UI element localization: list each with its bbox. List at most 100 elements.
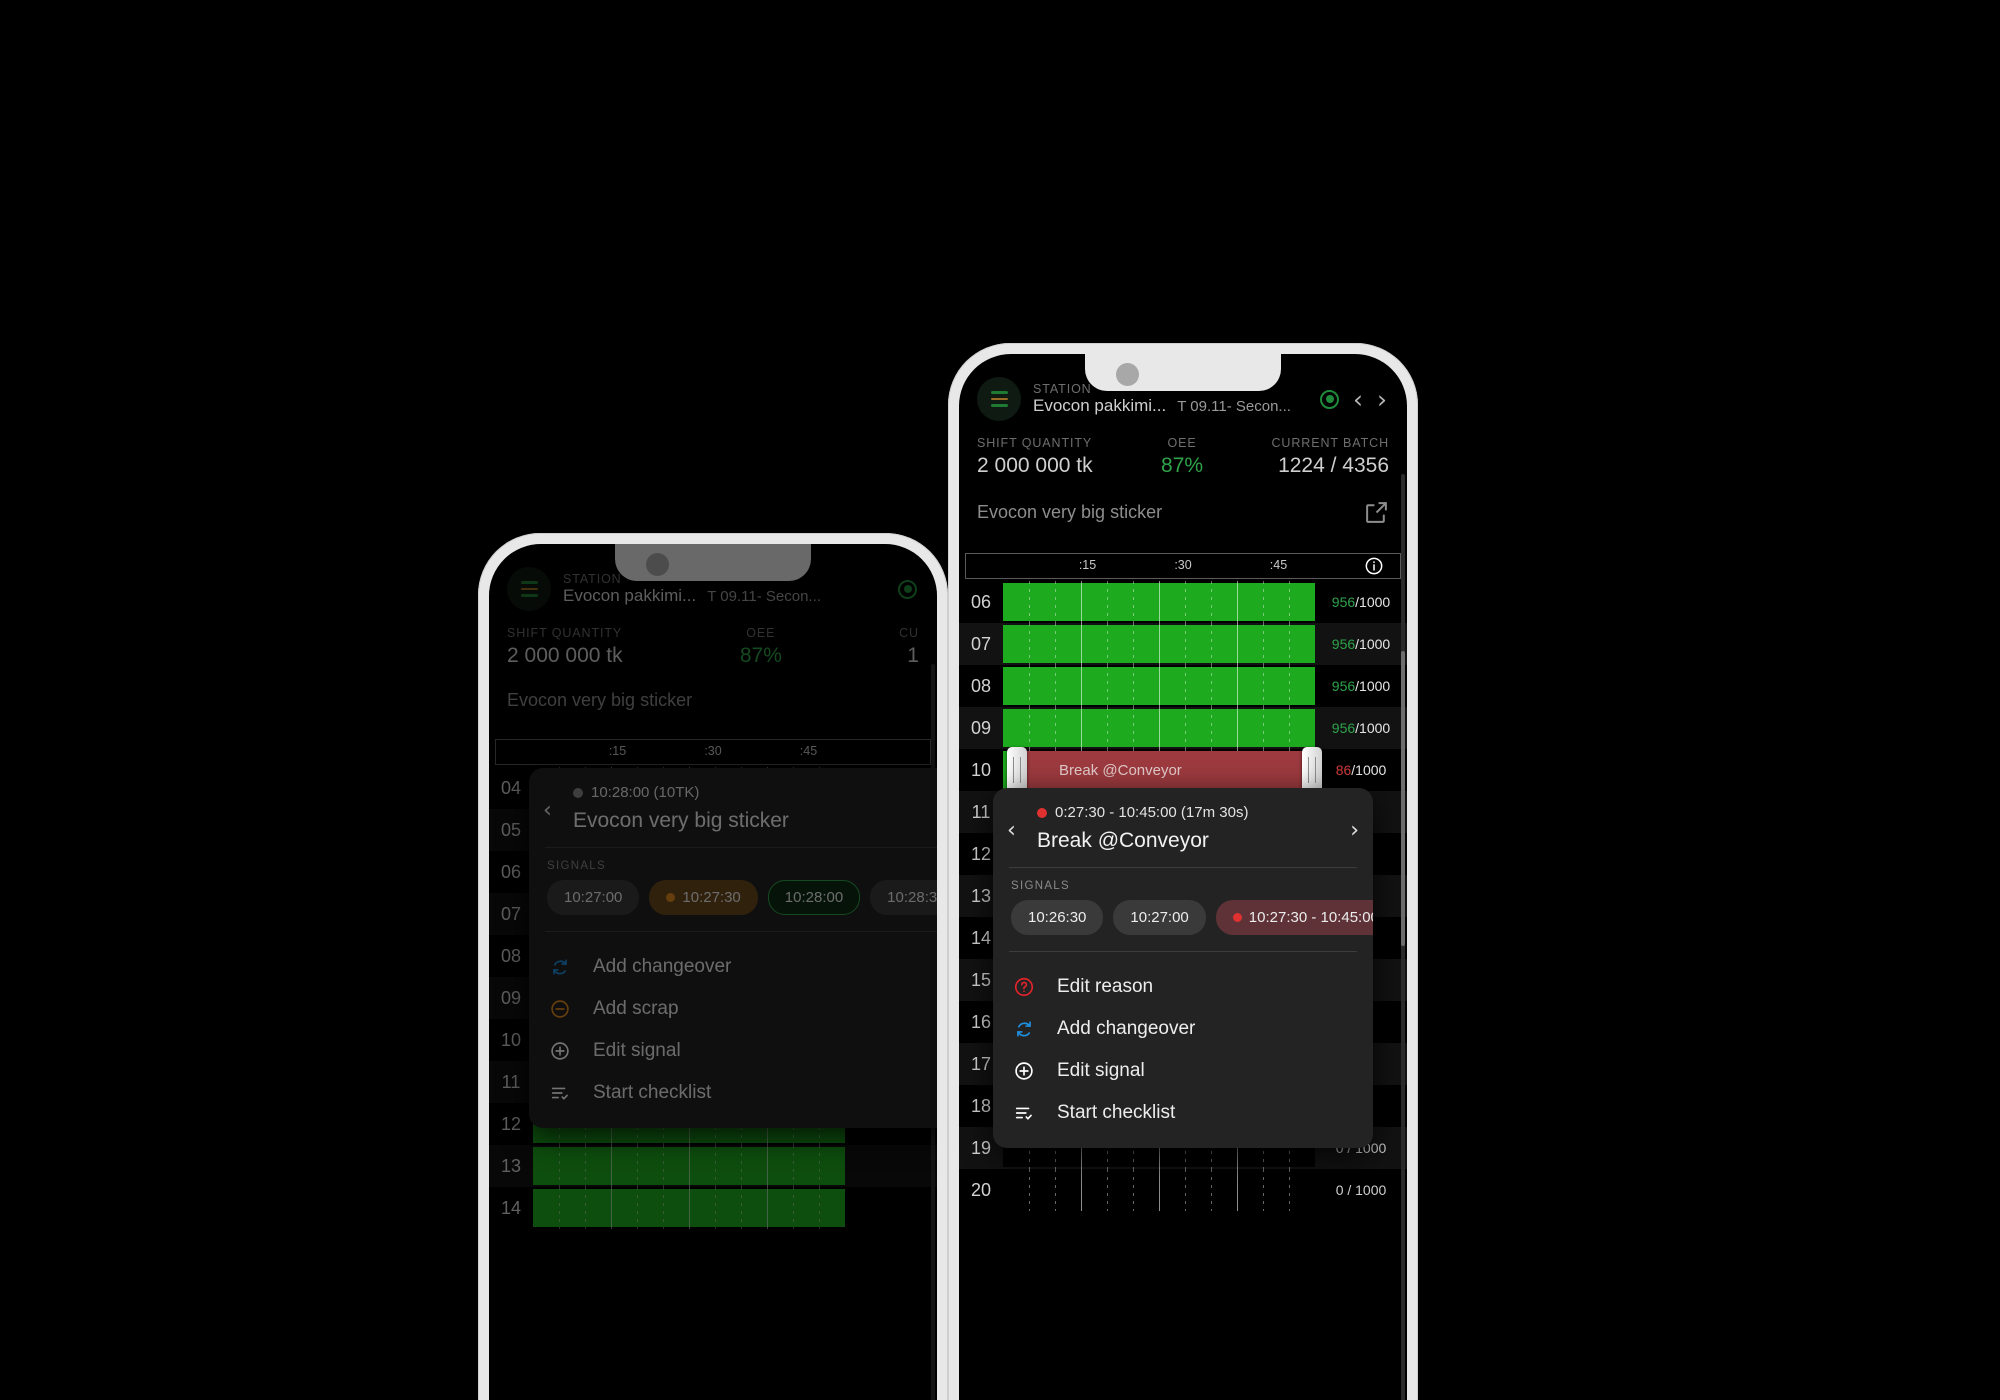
timeline-track[interactable] — [1003, 1169, 1315, 1212]
front-camera-icon — [1116, 363, 1139, 386]
signal-dot-icon — [1232, 913, 1242, 922]
timeline-count — [845, 1145, 937, 1187]
count-actual: 956 — [1331, 594, 1356, 611]
menu-item-start-checklist[interactable]: Start checklist — [529, 1072, 937, 1114]
menu-item-label: Edit reason — [1057, 976, 1154, 997]
timeline-row[interactable]: 13 — [489, 1145, 937, 1188]
phone-screen-back: STATION Evocon pakkimi... T 09.11- Secon… — [489, 544, 937, 1400]
action-menu-front[interactable]: Edit reason Add changeover Edit signal Star… — [993, 952, 1373, 1148]
detail-sheet-back[interactable]: ‹ 10:28:00 (10TK) Evocon very big sticke… — [529, 768, 937, 1128]
menu-item-label: Edit signal — [1057, 1060, 1145, 1081]
signal-chip[interactable]: 10:27:00 — [1113, 900, 1206, 935]
kpi-batch-back: CU 1 — [899, 626, 919, 668]
signal-chip-label: 10:28:3 — [887, 889, 937, 906]
timeline-count: 956/1000 — [1315, 665, 1407, 707]
timeline-track[interactable] — [1003, 581, 1315, 624]
timeline-bar — [533, 1147, 845, 1186]
hamburger-icon[interactable] — [977, 377, 1021, 421]
timeline-bar — [1003, 625, 1315, 664]
timeline-count: 956/1000 — [1315, 581, 1407, 623]
kpi-row-back: SHIFT QUANTITY 2 000 000 tk OEE 87% CU 1 — [489, 618, 937, 668]
signal-chip[interactable]: 10:27:00 — [547, 880, 640, 915]
question-circle-icon — [1011, 976, 1037, 998]
sheet-next-button-front[interactable]: › — [1350, 818, 1359, 843]
sheet-title-back: Evocon very big sticker — [573, 809, 789, 832]
info-icon[interactable] — [1364, 556, 1384, 576]
chevron-right-icon[interactable]: › — [1377, 387, 1387, 412]
signal-chip[interactable]: 10:27:30 - 10:45:00 — [1215, 900, 1373, 935]
action-menu-back[interactable]: Add changeover Add scrap Edit signal Start … — [529, 932, 937, 1128]
signal-chip[interactable]: 10:28:00 — [767, 880, 861, 915]
sheet-prev-button-back[interactable]: ‹ — [543, 798, 552, 823]
timeline-header-back: :15 :30 :45 — [495, 739, 931, 766]
kpi-batch-front: CURRENT BATCH 1224 / 4356 — [1272, 436, 1390, 478]
menu-item-edit-signal[interactable]: Edit signal — [529, 1030, 937, 1072]
timeline-row[interactable]: 08 956/1000 — [959, 665, 1407, 708]
timeline-hour-label: 07 — [500, 903, 522, 924]
external-link-icon[interactable] — [1364, 500, 1389, 525]
detail-sheet-front[interactable]: ‹ › 0:27:30 - 10:45:00 (17m 30s) Break @… — [993, 788, 1373, 1148]
menu-item-label: Start checklist — [593, 1082, 712, 1103]
menu-item-label: Edit signal — [593, 1040, 681, 1061]
timeline-hour-label: 05 — [500, 819, 522, 840]
timeline-track[interactable] — [533, 1187, 845, 1230]
phone-device-back: STATION Evocon pakkimi... T 09.11- Secon… — [478, 533, 948, 1400]
signal-chip[interactable]: 10:27:30 — [649, 880, 758, 915]
downtime-break-bar[interactable]: Break @Conveyor — [1007, 747, 1322, 794]
timeline-bar — [1003, 709, 1315, 748]
timeline-bar — [533, 1189, 845, 1228]
timeline-count — [845, 1187, 937, 1229]
timeline-hour-label: 08 — [500, 945, 522, 966]
timeline-row[interactable]: 07 956/1000 — [959, 623, 1407, 666]
menu-item-add-scrap[interactable]: Add scrap — [529, 988, 937, 1030]
refresh-icon — [1011, 1018, 1037, 1040]
timeline-bar — [1003, 667, 1315, 706]
menu-item-edit-reason[interactable]: Edit reason — [993, 966, 1373, 1008]
top-bar-actions-back — [898, 579, 919, 599]
timeline-track[interactable] — [533, 1145, 845, 1188]
menu-item-start-checklist[interactable]: Start checklist — [993, 1092, 1373, 1134]
sheet-prev-button-front[interactable]: ‹ — [1007, 818, 1016, 843]
phone-device-front: STATION Evocon pakkimi... T 09.11- Secon… — [948, 343, 1418, 1400]
signals-label-front: SIGNALS — [1011, 880, 1070, 892]
timeline-row[interactable]: 09 956/1000 — [959, 707, 1407, 750]
vertical-scrollbar-front[interactable] — [1401, 474, 1405, 1400]
kpi-shift-quantity-label-front: SHIFT QUANTITY — [977, 436, 1093, 450]
phone-screen-front: STATION Evocon pakkimi... T 09.11- Secon… — [959, 354, 1407, 1400]
timeline-track[interactable] — [1003, 707, 1315, 750]
signal-chip-label: 10:28:00 — [784, 889, 844, 906]
checklist-icon — [547, 1082, 573, 1104]
timeline-track[interactable]: Break @Conveyor — [1003, 747, 1322, 794]
tick-45-back: :45 — [799, 744, 818, 759]
chevron-left-icon[interactable]: ‹ — [1353, 387, 1363, 412]
signal-chip[interactable]: 10:26:30 — [1011, 900, 1104, 935]
shift-name-front: T 09.11- Secon... — [1177, 398, 1291, 416]
timeline-row[interactable]: 14 — [489, 1187, 937, 1230]
timeline-track[interactable] — [1003, 665, 1315, 708]
count-actual: 956 — [1331, 720, 1356, 737]
count-target: /1000 — [1355, 720, 1391, 737]
kpi-oee-value-front: 87% — [1161, 454, 1204, 477]
kpi-shift-quantity-value-front: 2 000 000 tk — [977, 454, 1093, 477]
menu-item-edit-signal[interactable]: Edit signal — [993, 1050, 1373, 1092]
status-dot-icon-back — [573, 787, 583, 798]
timeline-row[interactable]: 10 Break @Conveyor 86/1000 — [959, 747, 1407, 794]
count-actual: 956 — [1331, 678, 1356, 695]
count-actual: 0 / 1000 — [1335, 1182, 1387, 1199]
menu-item-add-changeover[interactable]: Add changeover — [993, 1008, 1373, 1050]
phone-notch-front — [1085, 354, 1281, 391]
kpi-shift-quantity-front: SHIFT QUANTITY 2 000 000 tk — [977, 436, 1093, 478]
drag-handle-icon[interactable] — [1301, 747, 1322, 794]
signal-chip[interactable]: 10:28:3 — [870, 880, 937, 915]
signal-chips-back[interactable]: 10:27:00 10:27:30 10:28:00 10:28:3 — [529, 880, 937, 919]
menu-item-add-changeover[interactable]: Add changeover — [529, 946, 937, 988]
timeline-row[interactable]: 20 0 / 1000 — [959, 1169, 1407, 1212]
record-status-icon[interactable] — [1320, 389, 1339, 409]
hamburger-icon[interactable] — [507, 567, 551, 611]
timeline-hour-label: 06 — [500, 861, 522, 882]
signal-chips-front[interactable]: 10:26:3010:27:0010:27:30 - 10:45:0010:45 — [993, 900, 1373, 939]
timeline-track[interactable] — [1003, 623, 1315, 666]
drag-handle-icon[interactable] — [1007, 747, 1028, 794]
timeline-row[interactable]: 06 956/1000 — [959, 581, 1407, 624]
sheet-meta-text-front: 0:27:30 - 10:45:00 (17m 30s) — [1055, 804, 1249, 821]
